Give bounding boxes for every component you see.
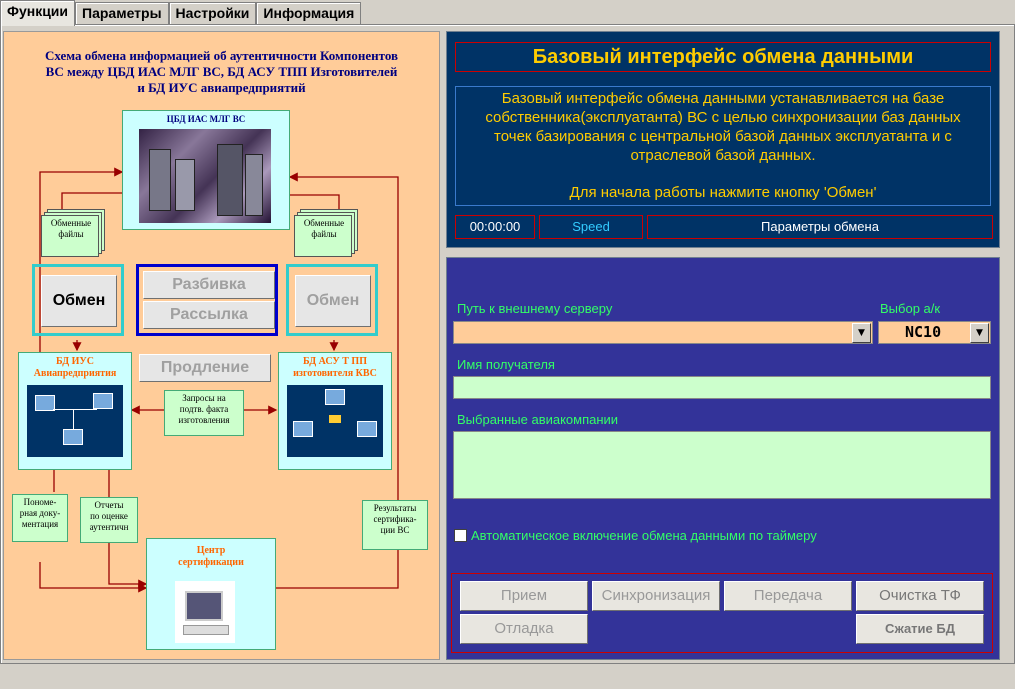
exchange-left-frame: Обмен — [32, 264, 124, 336]
recipient-input[interactable] — [453, 376, 991, 399]
split-mailing-frame: Разбивка Рассылка — [136, 264, 278, 336]
maker-db-box: БД АСУ Т ПП изготовителя КВС — [278, 352, 392, 470]
airline-db-line: Авиапредприятия — [33, 368, 117, 379]
aircraft-select-label: Выбор а/к — [880, 301, 941, 316]
clear-tf-button[interactable]: Очистка ТФ — [856, 581, 984, 611]
exchange-right-button[interactable]: Обмен — [295, 275, 371, 327]
results-line: ции ВС — [380, 525, 410, 535]
exchange-files-right-icon: Обменные файлы — [294, 209, 358, 257]
tab-information[interactable]: Информация — [256, 2, 362, 25]
tab-bar: Функции Параметры Настройки Информация — [0, 0, 362, 26]
exchange-right-frame: Обмен — [286, 264, 378, 336]
timer-display: 00:00:00 — [455, 215, 535, 239]
results-line: Результаты — [373, 503, 417, 513]
speed-display: Speed — [539, 215, 643, 239]
docs-note: Пономе- рная доку- ментация — [12, 494, 68, 542]
central-db-label: ЦБД ИАС МЛГ ВС — [166, 114, 246, 124]
server-room-image — [139, 129, 271, 223]
computer-icon — [175, 581, 235, 643]
requests-line: изготовления — [178, 415, 230, 425]
auto-timer-label: Автоматическое включение обмена данными … — [471, 528, 817, 543]
files-right-line: Обменные — [303, 218, 345, 228]
aircraft-select-value: NC10 — [905, 323, 942, 341]
cert-center-box: Центр сертификации — [146, 538, 276, 650]
exchange-form: Путь к внешнему серверу ▼ Выбор а/к NC10… — [446, 257, 1000, 660]
info-desc-line: отраслевой базой данных. — [630, 147, 816, 164]
reports-line: по оценке — [90, 511, 128, 521]
docs-line: рная доку- — [19, 508, 61, 518]
maker-db-label: БД АСУ Т ПП изготовителя КВС — [279, 356, 391, 380]
tab-settings[interactable]: Настройки — [168, 2, 257, 25]
send-button[interactable]: Передача — [724, 581, 852, 611]
airline-db-box: БД ИУС Авиапредприятия — [18, 352, 132, 470]
chevron-down-icon[interactable]: ▼ — [970, 323, 989, 343]
receive-button[interactable]: Прием — [460, 581, 588, 611]
sync-button[interactable]: Синхронизация — [592, 581, 720, 611]
cert-center-line: Центр — [196, 545, 226, 556]
info-description: Базовый интерфейс обмена данными устанав… — [455, 86, 991, 206]
diagram-title-line: ВС между ЦБД ИАС МЛГ ВС, БД АСУ ТПП Изго… — [45, 64, 398, 79]
auto-timer-checkbox[interactable] — [454, 529, 467, 542]
info-desc-line: собственника(эксплуатанта) ВС с целью си… — [485, 109, 961, 126]
cert-center-line: сертификации — [178, 557, 244, 568]
files-left-line: Обменные — [50, 218, 92, 228]
info-desc-line: Базовый интерфейс обмена данными устанав… — [501, 90, 945, 107]
exchange-files-left-icon: Обменные файлы — [41, 209, 105, 257]
compress-db-button[interactable]: Сжатие БД — [856, 614, 984, 644]
exchange-button[interactable]: Обмен — [41, 275, 117, 327]
network-computers-icon — [27, 385, 123, 457]
exchange-diagram: Схема обмена информацией об аутентичност… — [3, 31, 440, 660]
mailing-button[interactable]: Рассылка — [143, 301, 275, 329]
airline-db-label: БД ИУС Авиапредприятия — [19, 356, 131, 380]
tab-parameters[interactable]: Параметры — [75, 2, 169, 25]
diagram-title-line: Схема обмена информацией об аутентичност… — [44, 48, 399, 63]
reports-line: аутентичн — [89, 522, 129, 532]
requests-note: Запросы на подтв. факта изготовления — [164, 390, 244, 436]
requests-line: Запросы на — [182, 393, 226, 403]
cert-center-label: Центр сертификации — [147, 545, 275, 569]
docs-line: ментация — [21, 519, 59, 529]
split-button[interactable]: Разбивка — [143, 271, 275, 299]
files-right-line: файлы — [311, 229, 337, 239]
results-note: Результаты сертифика- ции ВС — [362, 500, 428, 550]
reports-line: Отчеты — [94, 500, 124, 510]
action-buttons-group: Прием Синхронизация Передача Очистка ТФ … — [451, 573, 993, 653]
diagram-title: Схема обмена информацией об аутентичност… — [4, 48, 439, 96]
results-line: сертифика- — [373, 514, 417, 524]
docs-line: Пономе- — [23, 497, 57, 507]
info-hint: Для начала работы нажмите кнопку 'Обмен' — [569, 184, 877, 201]
info-desc-line: точек базирования с центральной базой да… — [494, 128, 952, 145]
selected-airlines-label: Выбранные авиакомпании — [457, 412, 619, 427]
selected-airlines-list[interactable] — [453, 431, 991, 499]
extend-button[interactable]: Продление — [139, 354, 271, 382]
chevron-down-icon[interactable]: ▼ — [852, 323, 871, 343]
debug-button[interactable]: Отладка — [460, 614, 588, 644]
info-title: Базовый интерфейс обмена данными — [455, 42, 991, 72]
info-panel: Базовый интерфейс обмена данными Базовый… — [446, 31, 1000, 248]
tab-functions[interactable]: Функции — [0, 0, 76, 26]
exchange-params-display: Параметры обмена — [647, 215, 993, 239]
aircraft-select[interactable]: NC10 ▼ — [878, 321, 991, 344]
central-db-box: ЦБД ИАС МЛГ ВС — [122, 110, 290, 230]
files-left-line: файлы — [58, 229, 84, 239]
maker-db-line: изготовителя КВС — [293, 368, 377, 379]
network-mail-icon — [287, 385, 383, 457]
airline-db-line: БД ИУС — [56, 356, 94, 367]
maker-db-line: БД АСУ Т ПП — [303, 356, 367, 367]
diagram-title-line: и БД ИУС авиапредприятий — [137, 80, 306, 95]
reports-note: Отчеты по оценке аутентичн — [80, 497, 138, 543]
recipient-label: Имя получателя — [457, 357, 555, 372]
requests-line: подтв. факта — [179, 404, 229, 414]
server-path-label: Путь к внешнему серверу — [457, 301, 613, 316]
server-path-combo[interactable]: ▼ — [453, 321, 873, 344]
